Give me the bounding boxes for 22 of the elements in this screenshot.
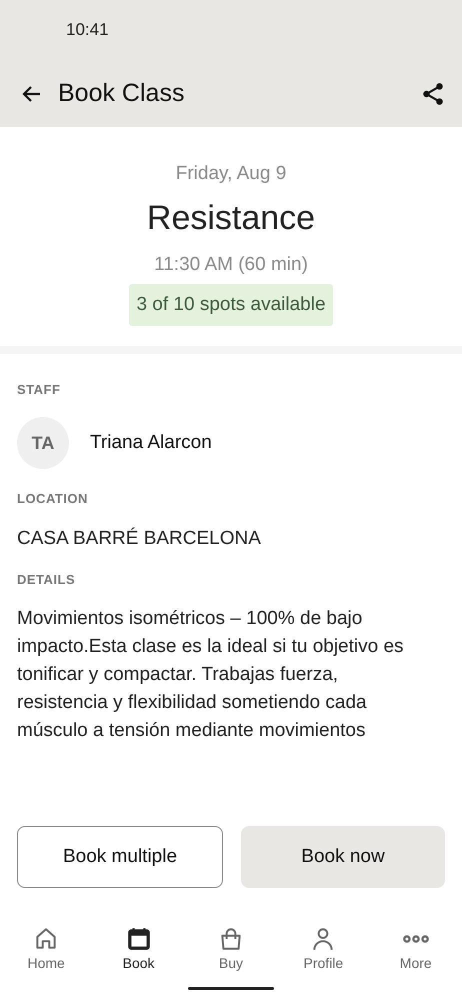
page-title: Book Class — [58, 79, 186, 108]
nav-tab[interactable]: Buy — [190, 926, 271, 971]
availability-badge: 3 of 10 spots available — [129, 284, 333, 326]
staff-name: Triana Alarcon — [90, 432, 212, 454]
section-label: DETAILS — [17, 572, 76, 587]
staff-avatar: TA — [17, 417, 69, 469]
nav-tab[interactable]: Book — [98, 926, 179, 971]
class-time: 11:30 AM (60 min) — [154, 254, 308, 276]
calendar-icon — [126, 926, 152, 952]
details-text: Movimientos isométricos – 100% de bajo impacto.Esta clase es la ideal si tu objetivo es tonificar y compactar. Trabajas fuerza, resistencia y flexibilidad sometiendo cada músculo a tensión mediante movimientos — [17, 607, 405, 743]
location-name: CASA BARRÉ BARCELONA — [17, 528, 261, 550]
class-name: Resistance — [146, 199, 316, 238]
nav-tab[interactable]: Profile — [283, 926, 364, 971]
section-label: LOCATION — [17, 491, 88, 506]
nav-tab[interactable]: More — [376, 926, 456, 971]
more-icon — [402, 935, 429, 943]
section-label: STAFF — [17, 382, 60, 397]
nav-tab[interactable]: Home — [6, 926, 86, 971]
book-now-button[interactable]: Book now — [241, 826, 445, 888]
book-multiple-button[interactable]: Book multiple — [17, 826, 223, 888]
status-time: 10:41 — [66, 20, 109, 40]
class-date: Friday, Aug 9 — [176, 163, 286, 185]
